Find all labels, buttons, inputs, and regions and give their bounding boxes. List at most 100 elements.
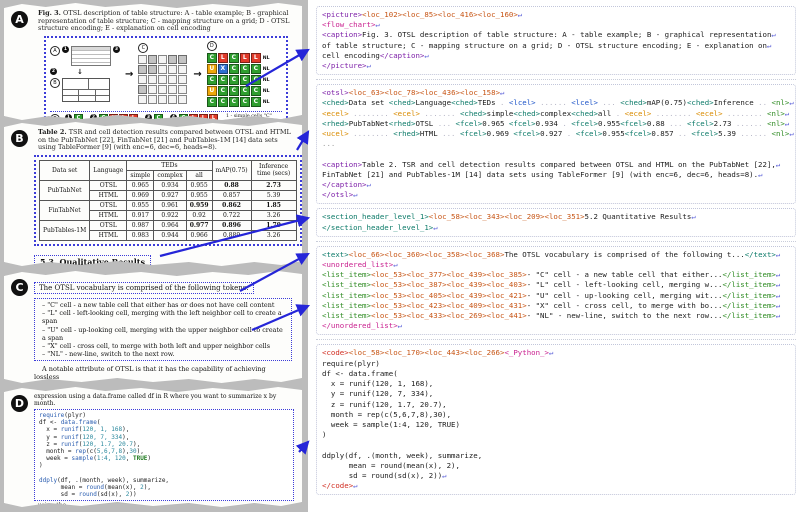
token: <loc_58>: [349, 348, 385, 357]
token-line: ...: [322, 139, 790, 149]
token: <fcel>: [687, 119, 714, 128]
grid-cell: C: [207, 75, 217, 85]
token: <fcel>: [509, 119, 536, 128]
token-line: [322, 440, 790, 450]
token: <ecel>: [625, 109, 652, 118]
grid-cell: L: [240, 53, 250, 63]
token-line: <list_item><loc_53><loc_405><loc_439><lo…: [322, 291, 790, 301]
token-line: <code><loc_58><loc_170><loc_443><loc_266…: [322, 348, 790, 358]
token: <list_item>: [322, 280, 371, 289]
subfigure-c-marker: C: [138, 43, 148, 53]
token: ..: [758, 98, 771, 107]
token: <unordered_list>: [322, 260, 393, 269]
token-line: <section_header_level_1><loc_58><loc_343…: [322, 212, 790, 222]
token: ↵: [789, 98, 793, 107]
token-list-item: – "NL" - new-line, switch to the next ro…: [42, 350, 286, 358]
token: <code>: [322, 348, 349, 357]
torn-text-line: , using the …: [34, 502, 74, 507]
token: HTML: [420, 129, 442, 138]
token: rep: [75, 448, 86, 455]
trailing-text: A notable attribute of OTSL is that it h…: [34, 365, 292, 381]
token: ↵: [771, 30, 775, 39]
grid-cell: [138, 65, 147, 74]
token: <rhed>: [322, 119, 349, 128]
token-line: </section_header_level_1>↵: [322, 223, 790, 233]
token: <loc_439>: [447, 291, 487, 300]
grid-cell: C: [251, 97, 261, 107]
token: - "U" cell - up-looking cell, merging wi…: [527, 291, 723, 300]
grid-row: CCCCCNL: [207, 97, 270, 108]
grid-cell: C: [229, 75, 239, 85]
doc-snippet-d: D expression using a data.frame called d…: [4, 386, 302, 508]
token: - "X" cell - cross cell, to merge with b…: [527, 301, 723, 310]
token: 0.955: [602, 129, 624, 138]
token: <list_item>: [322, 311, 371, 320]
grid-cell: [148, 55, 157, 64]
token: runif: [61, 441, 79, 448]
grid-cell: C: [229, 97, 239, 107]
token: z =: [39, 441, 61, 448]
token: round: [79, 491, 97, 498]
token: runif: [61, 434, 79, 441]
token: <loc_343>: [464, 212, 504, 221]
token: <ucel>: [322, 129, 349, 138]
token-line: <text><loc_66><loc_360><loc_358><loc_368…: [322, 250, 790, 260]
encoding-example: 2CLLL: [90, 114, 139, 124]
token: ......: [536, 98, 572, 107]
grid-cell: C: [218, 97, 228, 107]
grid-cell: C: [251, 75, 261, 85]
heading-text: Qualitative Results: [60, 257, 145, 267]
token: <otsl>: [322, 88, 349, 97]
code-intro: expression using a data.frame called df …: [34, 393, 294, 407]
token: ↵: [776, 250, 780, 259]
token: require(plyr): [322, 359, 380, 368]
token: <loc_439>: [447, 280, 487, 289]
token: <loc_385>: [487, 270, 527, 279]
token: <loc_102>: [362, 10, 402, 19]
token-line: <flow_chart>↵: [322, 20, 790, 30]
token: <ecel>: [322, 109, 349, 118]
table-caption: Table 2. TSR and cell detection results …: [38, 129, 292, 152]
token: <loc_85>: [402, 10, 438, 19]
token-list-item: – "U" cell - up-looking cell, merging wi…: [42, 326, 286, 342]
grid-cell: C: [251, 86, 261, 96]
token: <loc_436>: [420, 88, 460, 97]
grid-cell: U: [207, 64, 217, 74]
token-line: df <- data.frame(: [322, 369, 790, 379]
grid-row: [138, 55, 188, 65]
token: <caption>: [322, 30, 362, 39]
token-line: x = runif(120, 1, 168),: [322, 379, 790, 389]
token: <loc_170>: [384, 348, 424, 357]
token: ): [322, 430, 326, 439]
token: </caption>: [322, 180, 367, 189]
example-grid: CLLL: [99, 114, 139, 124]
token: 0.88: [647, 119, 669, 128]
right-arrow-icon: →: [193, 69, 201, 80]
r-code-box: require(plyr)df <- data.frame( x = runif…: [34, 409, 294, 501]
token-line: </picture>↵: [322, 61, 790, 71]
token-line: <ecel> ........ <ecel> ....... <ched>sim…: [322, 109, 790, 119]
grid-cell: [158, 65, 167, 74]
example-number-marker: 2: [90, 114, 97, 121]
token: ↵: [375, 20, 379, 29]
grid-cell: [168, 95, 177, 104]
token-line: <ched>Data set <ched>Language<ched>TEDs …: [322, 98, 790, 108]
grid-cell: L: [119, 114, 128, 123]
grid-cell: C: [240, 75, 250, 85]
token: <loc_53>: [371, 270, 407, 279]
token: sd =: [39, 491, 79, 498]
token-line: sd = round(sd(x), 2)): [39, 491, 289, 498]
token: ),: [144, 484, 151, 491]
token: - "NL" - new-line, switch to the next ro…: [527, 311, 723, 320]
token: 5,6,7,8: [97, 448, 122, 455]
otsl-encoding-cluster: D CLCLLNLUXCCCNLCCCCCNLUCCCCNLCCCCCNL: [207, 41, 270, 108]
legend-line: 1 - simple cells "C": [226, 114, 282, 120]
token: <loc_423>: [407, 301, 447, 310]
token-line: df <- data.frame(: [39, 419, 289, 426]
token: .: [567, 129, 576, 138]
block-separator: [316, 241, 796, 242]
token-line: mean = round(mean(x), 2),: [322, 461, 790, 471]
token: <ched>: [571, 109, 598, 118]
token: ........: [349, 109, 394, 118]
token: <loc_405>: [407, 291, 447, 300]
